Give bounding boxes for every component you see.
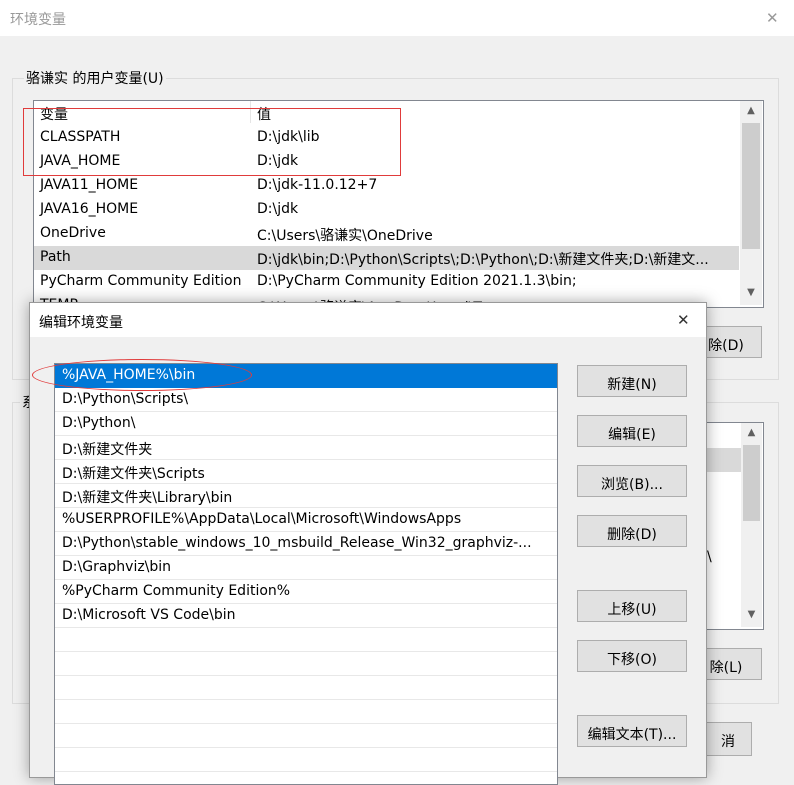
table-row[interactable]: JAVA11_HOME D:\jdk-11.0.12+7 bbox=[34, 174, 739, 198]
var-name: JAVA11_HOME bbox=[40, 177, 139, 193]
list-item[interactable]: D:\Python\ bbox=[55, 412, 557, 436]
scrollbar-thumb[interactable] bbox=[742, 123, 760, 249]
dialog-title-bar: 编辑环境变量 ✕ bbox=[30, 303, 706, 337]
close-icon[interactable]: ✕ bbox=[766, 11, 779, 26]
edit-button[interactable]: 编辑(E) bbox=[577, 415, 687, 447]
var-value: D:\jdk bbox=[257, 201, 299, 217]
annotation-rectangle bbox=[23, 108, 401, 176]
list-item[interactable]: D:\Python\stable_windows_10_msbuild_Rele… bbox=[55, 532, 557, 556]
table-row[interactable]: PyCharm Community Edition D:\PyCharm Com… bbox=[34, 270, 739, 294]
var-value: C:\Users\骆谦实\OneDrive bbox=[257, 228, 433, 244]
table-row[interactable]: OneDrive C:\Users\骆谦实\OneDrive bbox=[34, 222, 739, 246]
list-item[interactable]: D:\新建文件夹 bbox=[55, 436, 557, 460]
table-row[interactable]: JAVA16_HOME D:\jdk bbox=[34, 198, 739, 222]
chevron-up-icon[interactable]: ▲ bbox=[741, 427, 762, 438]
move-down-button[interactable]: 下移(O) bbox=[577, 640, 687, 672]
chevron-down-icon[interactable]: ▼ bbox=[740, 287, 762, 298]
move-up-button[interactable]: 上移(U) bbox=[577, 590, 687, 622]
window-title: 环境变量 bbox=[10, 12, 66, 28]
var-name: OneDrive bbox=[40, 225, 106, 241]
empty-list-row[interactable] bbox=[55, 652, 557, 676]
list-item[interactable]: %USERPROFILE%\AppData\Local\Microsoft\Wi… bbox=[55, 508, 557, 532]
dialog-title: 编辑环境变量 bbox=[39, 315, 123, 331]
empty-list-row[interactable] bbox=[55, 724, 557, 748]
title-bar: 环境变量 ✕ bbox=[0, 0, 794, 36]
new-button[interactable]: 新建(N) bbox=[577, 365, 687, 397]
edit-env-var-dialog: 编辑环境变量 ✕ %JAVA_HOME%\bin D:\Python\Scrip… bbox=[29, 302, 707, 785]
var-value: D:\jdk\bin;D:\Python\Scripts\;D:\Python\… bbox=[257, 252, 709, 268]
table-row-selected[interactable]: Path D:\jdk\bin;D:\Python\Scripts\;D:\Py… bbox=[34, 246, 739, 270]
var-value: D:\jdk-11.0.12+7 bbox=[257, 177, 378, 193]
path-list[interactable]: %JAVA_HOME%\bin D:\Python\Scripts\ D:\Py… bbox=[54, 363, 558, 785]
list-item[interactable]: D:\新建文件夹\Library\bin bbox=[55, 484, 557, 508]
list-item[interactable]: D:\Python\Scripts\ bbox=[55, 388, 557, 412]
var-name: PyCharm Community Edition bbox=[40, 273, 242, 289]
system-vertical-scrollbar[interactable]: ▲ ▼ bbox=[741, 423, 762, 627]
var-value: D:\PyCharm Community Edition 2021.1.3\bi… bbox=[257, 273, 577, 289]
list-item[interactable]: %PyCharm Community Edition% bbox=[55, 580, 557, 604]
list-item[interactable]: D:\Graphviz\bin bbox=[55, 556, 557, 580]
system-vars-list[interactable]: \ ▲ ▼ bbox=[700, 422, 764, 630]
empty-list-row[interactable] bbox=[55, 700, 557, 724]
chevron-down-icon[interactable]: ▼ bbox=[741, 609, 762, 620]
system-value-fragment: \ bbox=[707, 549, 712, 565]
annotation-ellipse bbox=[32, 359, 252, 391]
vertical-scrollbar[interactable]: ▲ ▼ bbox=[740, 101, 762, 305]
edit-text-button[interactable]: 编辑文本(T)... bbox=[577, 715, 687, 747]
browse-button[interactable]: 浏览(B)... bbox=[577, 465, 687, 497]
var-name: Path bbox=[40, 249, 71, 265]
system-selected-row[interactable] bbox=[701, 448, 741, 472]
list-item[interactable]: D:\新建文件夹\Scripts bbox=[55, 460, 557, 484]
chevron-up-icon[interactable]: ▲ bbox=[740, 105, 762, 116]
user-vars-label: 骆谦实 的用户变量(U) bbox=[24, 68, 166, 88]
list-item[interactable]: D:\Microsoft VS Code\bin bbox=[55, 604, 557, 628]
var-name: JAVA16_HOME bbox=[40, 201, 139, 217]
empty-list-row[interactable] bbox=[55, 628, 557, 652]
empty-list-row[interactable] bbox=[55, 748, 557, 772]
close-icon[interactable]: ✕ bbox=[677, 313, 690, 328]
scrollbar-thumb[interactable] bbox=[743, 445, 760, 521]
delete-button[interactable]: 删除(D) bbox=[577, 515, 687, 547]
empty-list-row[interactable] bbox=[55, 676, 557, 700]
